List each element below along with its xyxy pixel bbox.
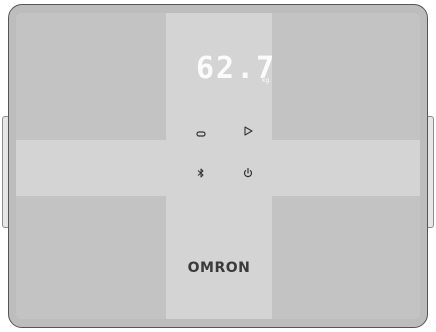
horizontal-center-band — [16, 140, 420, 196]
power-icon[interactable] — [241, 166, 255, 180]
electrode-panel-top-right — [270, 13, 420, 140]
bluetooth-icon[interactable] — [194, 166, 208, 180]
electrode-panel-bottom-left — [16, 192, 166, 319]
minus-icon[interactable] — [194, 127, 208, 141]
electrode-panel-top-left — [16, 13, 166, 140]
weight-display: 62.7 kg — [190, 48, 274, 98]
scale-photo: 62.7 kg OMRON — [0, 0, 436, 332]
brand-logo: OMRON — [187, 260, 251, 276]
play-icon[interactable] — [241, 124, 255, 138]
weight-unit: kg — [262, 77, 270, 84]
electrode-panel-bottom-right — [270, 192, 420, 319]
